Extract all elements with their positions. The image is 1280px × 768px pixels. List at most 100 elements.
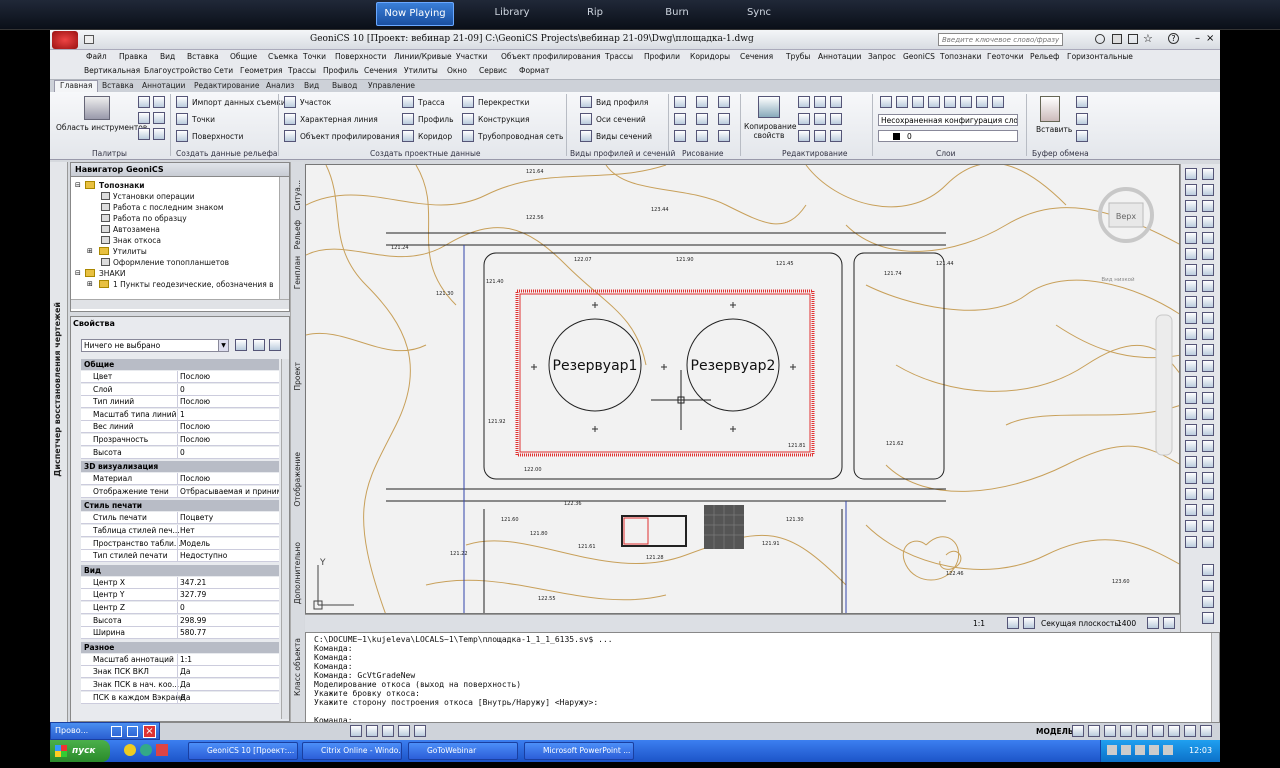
intersections-button[interactable]: Перекрестки xyxy=(478,98,529,107)
layer-icon[interactable] xyxy=(880,96,892,108)
property-value[interactable]: 0 xyxy=(177,383,279,396)
workspace-icon[interactable] xyxy=(1168,725,1180,737)
draw-tool-icon[interactable] xyxy=(1202,472,1214,484)
drawing-canvas[interactable]: Резервуар1 Резервуар2 121.64 122.56 123.… xyxy=(305,164,1180,614)
tree-item[interactable]: 1 Пункты геодезические, обозначения высо… xyxy=(113,280,273,289)
menu-item[interactable]: Топознаки xyxy=(940,52,982,61)
draw-tool-icon[interactable] xyxy=(1202,580,1214,592)
property-value[interactable]: Недоступно xyxy=(177,550,279,563)
tab-additional[interactable]: Дополнительно xyxy=(293,542,302,604)
draw-tool-icon[interactable] xyxy=(1185,296,1197,308)
navigation-bar[interactable] xyxy=(1155,314,1173,456)
menu-item[interactable]: Вставка xyxy=(187,52,219,61)
draw-tool-icon[interactable] xyxy=(1185,456,1197,468)
pickadd-icon[interactable] xyxy=(269,339,281,351)
wrench-icon[interactable] xyxy=(1112,34,1122,44)
app-icon[interactable] xyxy=(156,744,168,756)
menu-item[interactable]: Горизонтальные xyxy=(1067,52,1133,61)
layer-icon[interactable] xyxy=(992,96,1004,108)
tab-rip[interactable]: Rip xyxy=(570,2,620,26)
array-icon[interactable] xyxy=(830,130,842,142)
menu-item[interactable]: Сечения xyxy=(740,52,773,61)
draw-tool-icon[interactable] xyxy=(1185,184,1197,196)
parcel-button[interactable]: Участок xyxy=(300,98,331,107)
draw-tool-icon[interactable] xyxy=(1202,596,1214,608)
section-views-button[interactable]: Виды сечений xyxy=(596,132,652,141)
browser-icon[interactable] xyxy=(124,744,136,756)
property-value[interactable]: 298.99 xyxy=(177,614,279,627)
chevron-down-icon[interactable]: ▼ xyxy=(218,340,228,351)
undo-icon[interactable] xyxy=(718,96,730,108)
tab-view[interactable]: Вид xyxy=(304,81,319,90)
close-icon[interactable]: × xyxy=(143,725,156,738)
binoculars-icon[interactable] xyxy=(1095,34,1105,44)
import-survey-button[interactable]: Импорт данных съемки xyxy=(192,98,286,107)
copy-base-icon[interactable] xyxy=(1076,130,1088,142)
property-value[interactable]: 1:1 xyxy=(177,653,279,666)
menu-item[interactable]: Коридоры xyxy=(690,52,730,61)
tree-item[interactable]: Установки операции xyxy=(113,192,195,201)
zoom-icon[interactable] xyxy=(1120,725,1132,737)
vertical-scrollbar[interactable] xyxy=(279,177,289,299)
tab-burn[interactable]: Burn xyxy=(650,2,704,26)
copy-icon[interactable] xyxy=(1076,113,1088,125)
tray-icon[interactable] xyxy=(1149,745,1159,755)
settings-icon[interactable] xyxy=(1147,617,1159,629)
ortho-icon[interactable] xyxy=(382,725,394,737)
menu-item[interactable]: Участки xyxy=(456,52,488,61)
restore-icon[interactable] xyxy=(111,726,122,737)
horizontal-scrollbar[interactable] xyxy=(71,299,289,309)
stretch-icon[interactable] xyxy=(798,130,810,142)
property-value[interactable]: Да xyxy=(177,666,279,679)
menu-item[interactable]: Аннотации xyxy=(818,52,861,61)
tray-icon[interactable] xyxy=(1107,745,1117,755)
profile-button[interactable]: Профиль xyxy=(418,115,454,124)
layer-icon[interactable] xyxy=(912,96,924,108)
draw-tool-icon[interactable] xyxy=(1185,360,1197,372)
assembly-button[interactable]: Конструкция xyxy=(478,115,530,124)
palette-icon[interactable] xyxy=(138,128,150,140)
select-objects-icon[interactable] xyxy=(253,339,265,351)
annotation-scale[interactable]: 1:1 xyxy=(973,619,985,628)
menu-item[interactable]: GeoniCS xyxy=(903,52,935,61)
recovery-manager-strip[interactable]: Диспетчер восстановления чертежей xyxy=(50,162,68,722)
mirror-icon[interactable] xyxy=(814,113,826,125)
draw-tool-icon[interactable] xyxy=(1185,376,1197,388)
menu-item[interactable]: Геометрия xyxy=(240,66,283,75)
property-value[interactable]: Да xyxy=(177,679,279,691)
menu-item[interactable]: Трубы xyxy=(786,52,810,61)
points-button[interactable]: Точки xyxy=(192,115,215,124)
text-icon[interactable] xyxy=(718,113,730,125)
tools-icon[interactable] xyxy=(84,96,110,120)
draw-tool-icon[interactable] xyxy=(1185,520,1197,532)
taskbar-item[interactable]: Citrix Online - Windo... xyxy=(302,742,402,760)
clipboard-icon[interactable] xyxy=(1040,96,1060,122)
draw-tool-icon[interactable] xyxy=(1185,328,1197,340)
star-icon[interactable]: ☆ xyxy=(1143,32,1153,45)
draw-tool-icon[interactable] xyxy=(1185,248,1197,260)
tab-analyze[interactable]: Анализ xyxy=(266,81,294,90)
tray-icon[interactable] xyxy=(1163,745,1173,755)
draw-tool-icon[interactable] xyxy=(1202,200,1214,212)
property-value[interactable]: 1 xyxy=(177,408,279,421)
tab-output[interactable]: Вывод xyxy=(332,81,357,90)
palette-icon[interactable] xyxy=(153,96,165,108)
tab-project[interactable]: Проект xyxy=(293,362,302,391)
building[interactable] xyxy=(621,515,687,547)
tab-home[interactable]: Главная xyxy=(54,80,99,92)
showmotion-icon[interactable] xyxy=(1152,725,1164,737)
property-row[interactable]: Материал Послою xyxy=(81,473,279,486)
property-section-header[interactable]: Вид xyxy=(81,564,279,576)
tree-item[interactable]: Топознаки xyxy=(99,181,145,190)
property-row[interactable]: Стиль печати Поцвету xyxy=(81,512,279,525)
polar-icon[interactable] xyxy=(398,725,410,737)
draw-tool-icon[interactable] xyxy=(1185,392,1197,404)
vertical-scrollbar[interactable] xyxy=(281,359,289,719)
tab-display[interactable]: Отображение xyxy=(293,452,302,507)
match-properties-icon[interactable] xyxy=(758,96,780,118)
osnap-icon[interactable] xyxy=(414,725,426,737)
pan-icon[interactable] xyxy=(1104,725,1116,737)
property-row[interactable]: Слой 0 xyxy=(81,383,279,396)
property-row[interactable]: Прозрачность Послою xyxy=(81,434,279,446)
taskbar-item[interactable]: GeoniCS 10 [Проект:... xyxy=(188,742,298,760)
